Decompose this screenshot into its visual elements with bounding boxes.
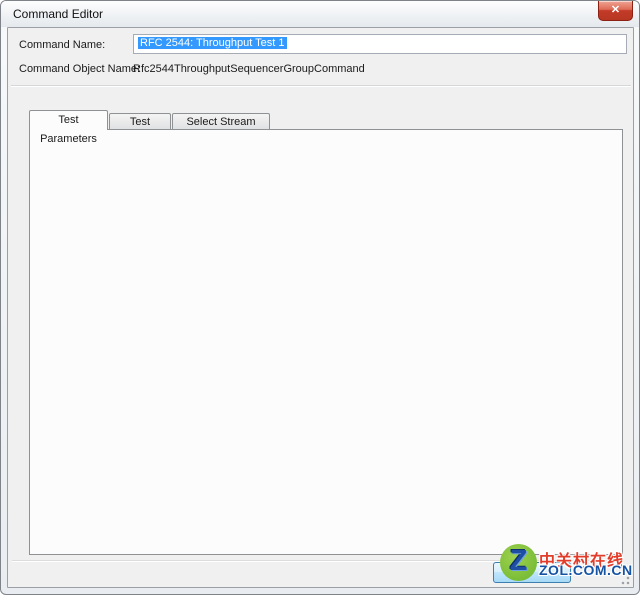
command-object-name-value: Rfc2544ThroughputSequencerGroupCommand — [133, 63, 365, 75]
window-title: Command Editor — [13, 7, 103, 21]
close-icon[interactable]: ✕ — [598, 1, 633, 21]
command-name-selected-text: RFC 2544: Throughput Test 1 — [138, 37, 287, 49]
tab-page — [29, 129, 623, 555]
tab-test-parameters[interactable]: Test Parameters — [29, 110, 108, 130]
command-object-name-label: Command Object Name: — [19, 63, 140, 75]
title-bar[interactable]: Command Editor ✕ — [1, 1, 639, 27]
command-name-input[interactable]: RFC 2544: Throughput Test 1 — [133, 34, 627, 54]
zol-logo-icon: Z — [500, 544, 537, 581]
header-separator — [11, 85, 631, 87]
tab-select-stream-blocks[interactable]: Select Stream Blocks — [172, 113, 270, 130]
command-name-label: Command Name: — [19, 39, 105, 51]
watermark-url-text: ZOL.COM.CN — [539, 562, 633, 578]
command-editor-window: Command Editor ✕ Command Name: RFC 2544:… — [0, 0, 640, 595]
zol-logo-z-glyph: Z — [503, 545, 534, 578]
tab-test-options[interactable]: Test Options — [109, 113, 171, 130]
